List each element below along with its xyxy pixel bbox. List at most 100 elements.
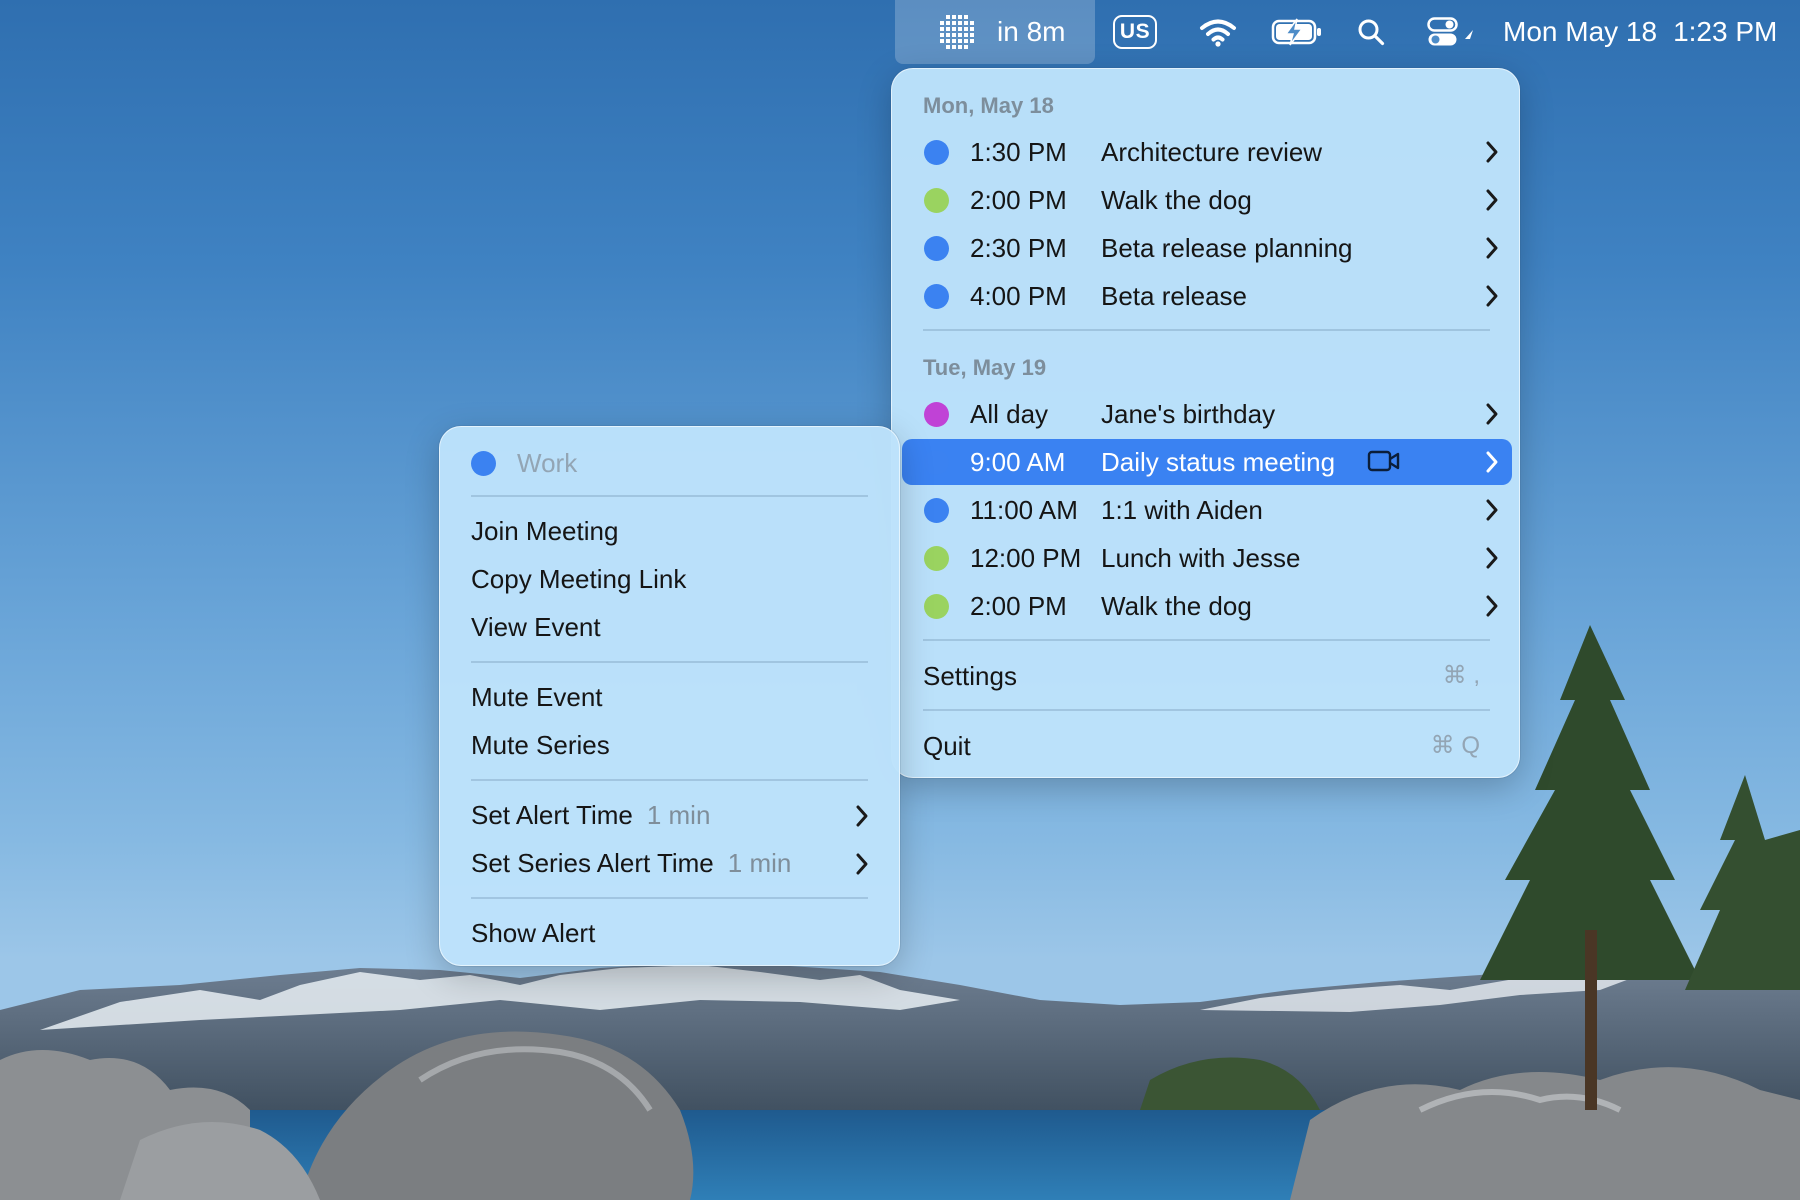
alert-time-value: 1 min [646,799,711,830]
calendar-color-dot [471,450,496,476]
spotlight-search[interactable] [1357,0,1385,64]
mute-series-item[interactable]: Mute Series [471,723,868,767]
view-event-label: View Event [471,611,601,642]
set-series-alert-time-item[interactable]: Set Series Alert Time 1 min [471,841,868,885]
calendar-color-dot [924,236,949,261]
event-time: 12:00 PM [970,542,1082,573]
event-time: All day [970,398,1049,429]
chevron-right-icon [1486,141,1498,163]
menu-separator [471,897,868,899]
event-time: 2:00 PM [970,590,1067,621]
menubar-time: 1:23 PM [1673,16,1778,47]
chevron-right-icon [1486,237,1498,259]
event-title: Daily status meeting [1101,446,1336,477]
event-title: Lunch with Jesse [1101,542,1301,573]
menu-separator [923,709,1490,711]
event-time: 4:00 PM [970,280,1067,311]
event-submenu: Work Join Meeting Copy Meeting Link View… [439,426,900,966]
chevron-right-icon [1486,403,1498,425]
chevron-right-icon [856,853,868,875]
calendar-color-dot [924,546,949,571]
section-header-tomorrow: Tue, May 19 [923,355,1047,380]
chevron-right-icon [1486,189,1498,211]
mute-event-label: Mute Event [471,681,603,712]
event-time: 9:00 AM [970,446,1066,477]
copy-meeting-link-item[interactable]: Copy Meeting Link [471,557,868,601]
calendar-color-dot [924,140,949,165]
settings-label: Settings [923,660,1017,691]
quit-menu-item[interactable]: Quit ⌘ Q [923,723,1490,769]
copy-meeting-link-label: Copy Meeting Link [471,563,687,594]
quit-label: Quit [923,730,971,761]
event-row[interactable]: 2:30 PM Beta release planning [902,225,1512,271]
grid-calendar-icon [940,15,974,49]
calendar-color-dot [924,284,949,309]
calendar-color-dot [924,450,949,475]
event-row[interactable]: 12:00 PM Lunch with Jesse [902,535,1512,581]
event-row[interactable]: 2:00 PM Walk the dog [902,583,1512,629]
control-center[interactable] [1427,0,1475,64]
mute-series-label: Mute Series [471,729,610,760]
chevron-right-icon [856,805,868,827]
video-camera-icon [1367,450,1400,472]
event-time: 11:00 AM [970,494,1078,525]
menu-separator [471,495,868,497]
menu-separator [471,661,868,663]
battery-status[interactable] [1271,0,1323,64]
event-row[interactable]: All day Jane's birthday [902,391,1512,437]
quit-shortcut: ⌘ Q [1430,732,1480,759]
series-alert-time-value: 1 min [727,847,792,878]
calendar-name: Work [517,447,578,478]
calendar-color-dot [924,498,949,523]
set-alert-time-label: Set Alert Time [471,799,633,830]
menu-separator [471,779,868,781]
submenu-calendar-header: Work [471,443,577,483]
chevron-right-icon [1486,285,1498,307]
event-time: 2:00 PM [970,184,1067,215]
wifi-icon [1200,19,1236,47]
event-time: 1:30 PM [970,136,1067,167]
join-meeting-item[interactable]: Join Meeting [471,509,868,553]
menubar-date: Mon May 18 [1503,16,1658,47]
menubar-clock[interactable]: Mon May 18 1:23 PM [1503,0,1777,64]
event-title: Beta release [1101,280,1247,311]
event-title: Walk the dog [1101,184,1252,215]
calendar-color-dot [924,188,949,213]
calendar-color-dot [924,402,949,427]
menubar-calendar-app[interactable]: in 8m [895,0,1095,64]
battery-charging-icon [1271,18,1321,46]
section-header-today: Mon, May 18 [923,93,1054,118]
event-title: Walk the dog [1101,590,1252,621]
mute-event-item[interactable]: Mute Event [471,675,868,719]
show-alert-item[interactable]: Show Alert [471,911,868,955]
event-time: 2:30 PM [970,232,1067,263]
menu-bar: in 8m US Mon May 18 1:23 PM [0,0,1800,64]
search-icon [1358,19,1385,46]
menu-separator [923,329,1490,331]
input-source-indicator[interactable]: US [1113,15,1157,49]
settings-shortcut: ⌘ , [1442,662,1480,689]
join-meeting-label: Join Meeting [471,515,619,546]
event-title: Jane's birthday [1101,398,1276,429]
show-alert-label: Show Alert [471,917,596,948]
calendar-dropdown-menu: Mon, May 18 1:30 PM Architecture review … [891,68,1520,778]
calendar-color-dot [924,594,949,619]
menu-separator [923,639,1490,641]
event-row[interactable]: 4:00 PM Beta release [902,273,1512,319]
event-title: 1:1 with Aiden [1101,494,1263,525]
event-row[interactable]: 11:00 AM 1:1 with Aiden [902,487,1512,533]
event-row[interactable]: 1:30 PM Architecture review [902,129,1512,175]
next-event-countdown: in 8m [997,16,1066,47]
view-event-item[interactable]: View Event [471,605,868,649]
event-title: Architecture review [1101,136,1323,167]
chevron-right-icon [1486,499,1498,521]
chevron-right-icon [1486,451,1498,473]
wifi-status[interactable] [1199,0,1237,64]
set-alert-time-item[interactable]: Set Alert Time 1 min [471,793,868,837]
chevron-right-icon [1486,547,1498,569]
settings-menu-item[interactable]: Settings ⌘ , [923,653,1490,699]
control-center-icon [1427,17,1473,46]
event-row-selected[interactable]: 9:00 AM Daily status meeting [902,439,1512,485]
event-row[interactable]: 2:00 PM Walk the dog [902,177,1512,223]
event-title: Beta release planning [1101,232,1353,263]
